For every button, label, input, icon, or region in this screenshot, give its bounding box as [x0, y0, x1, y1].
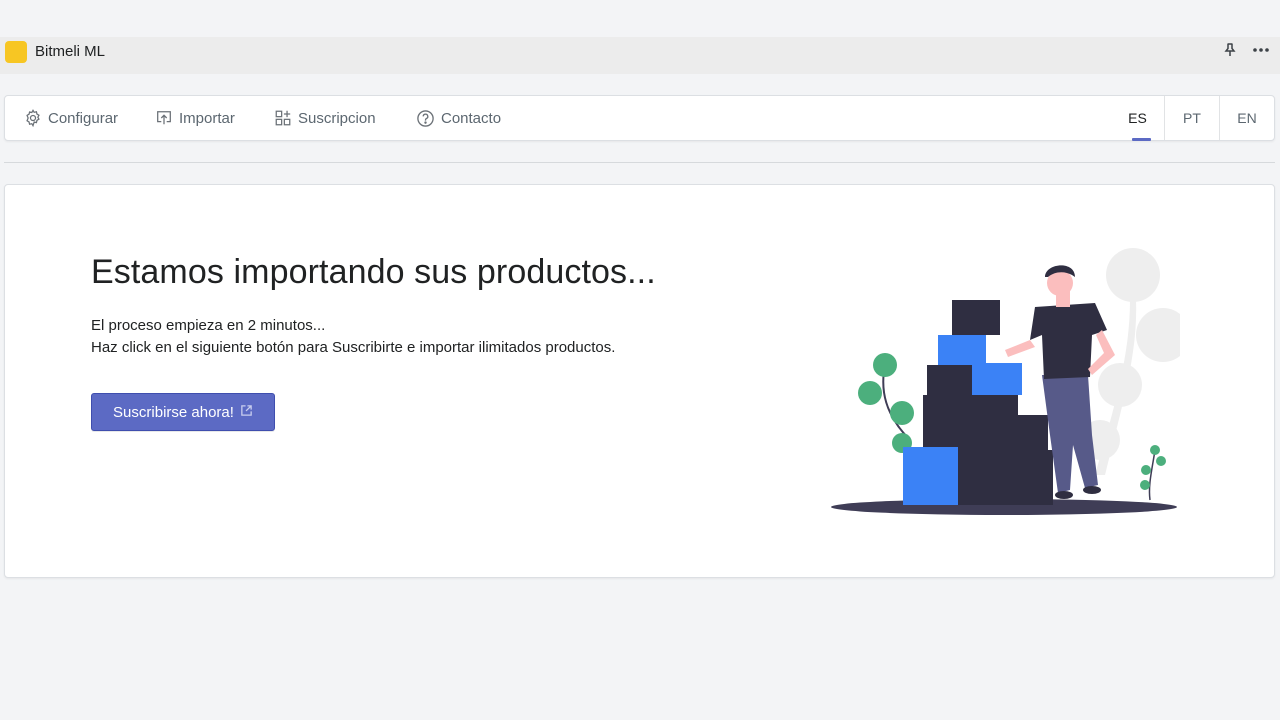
- active-tab-indicator: [1132, 138, 1151, 141]
- app-title: Bitmeli ML: [35, 43, 106, 60]
- nav-item-contacto[interactable]: Contacto: [416, 96, 501, 140]
- more-options-icon[interactable]: [1252, 42, 1270, 58]
- help-circle-icon: [416, 109, 435, 128]
- main-card: Estamos importando sus productos... El p…: [4, 184, 1275, 578]
- nav-card: Configurar Importar Suscripcion Contacto…: [4, 95, 1275, 141]
- divider: [4, 162, 1275, 163]
- description-text: Haz click en el siguiente botón para Sus…: [91, 339, 616, 356]
- app-logo: [5, 41, 27, 63]
- import-icon: [155, 109, 173, 127]
- app-bar: Bitmeli ML: [0, 37, 1280, 74]
- lang-tab-es[interactable]: ES: [1110, 96, 1165, 140]
- pin-icon[interactable]: [1222, 42, 1238, 58]
- apps-icon: [274, 109, 292, 127]
- lang-tab-en[interactable]: EN: [1219, 96, 1274, 140]
- nav-item-label: Suscripcion: [298, 109, 376, 127]
- nav-item-suscripcion[interactable]: Suscripcion: [274, 96, 376, 140]
- nav-item-label: Configurar: [48, 109, 119, 127]
- lang-label: ES: [1128, 110, 1147, 126]
- app-actions: [1222, 42, 1270, 58]
- nav-item-configurar[interactable]: Configurar: [24, 96, 118, 140]
- lang-label: PT: [1183, 110, 1201, 126]
- nav-item-importar[interactable]: Importar: [155, 96, 235, 140]
- subscribe-button[interactable]: Suscribirse ahora!: [91, 393, 275, 431]
- nav-item-label: Contacto: [441, 109, 502, 127]
- external-link-icon: [240, 404, 253, 421]
- nav-item-label: Importar: [179, 109, 235, 127]
- status-text: El proceso empieza en 2 minutos...: [91, 317, 326, 334]
- boxes-illustration: [830, 245, 1190, 525]
- gear-icon: [24, 109, 42, 127]
- lang-tab-pt[interactable]: PT: [1164, 96, 1219, 140]
- lang-label: EN: [1237, 110, 1257, 126]
- subscribe-button-label: Suscribirse ahora!: [113, 403, 234, 421]
- page-title: Estamos importando sus productos...: [91, 253, 656, 291]
